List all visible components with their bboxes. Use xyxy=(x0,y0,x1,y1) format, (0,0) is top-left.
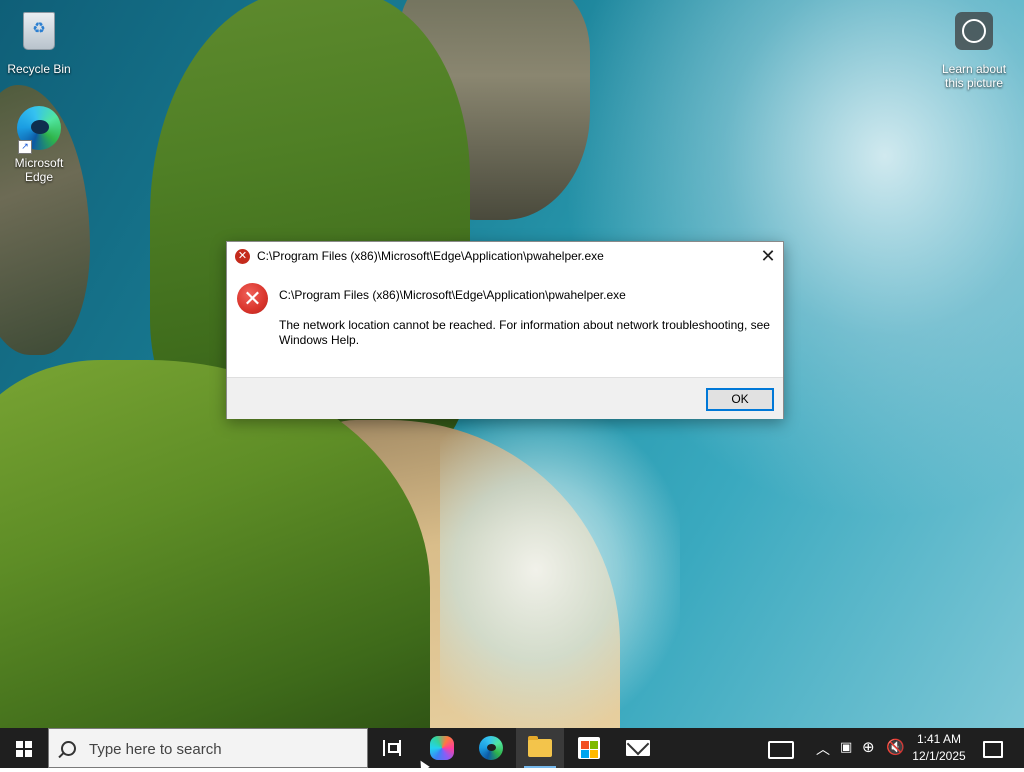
mail-button[interactable] xyxy=(614,728,662,768)
edge-icon: ↗ xyxy=(15,106,63,154)
close-button[interactable]: ✕ xyxy=(753,242,783,270)
desktop-icon-learn-about-picture[interactable]: Learn about this picture xyxy=(936,8,1012,90)
task-view-button[interactable] xyxy=(368,728,416,768)
file-explorer-button[interactable] xyxy=(516,728,564,768)
taskbar: Type here to search ︿ ▣ ⊕ 🔇 1:41 AM 12/1… xyxy=(0,728,1024,768)
error-icon: ✕ xyxy=(235,249,250,264)
chevron-up-icon[interactable]: ︿ xyxy=(816,739,830,759)
clock-date: 12/1/2025 xyxy=(912,749,966,763)
search-icon xyxy=(61,741,76,756)
desktop-icon-microsoft-edge[interactable]: ↗ Microsoft Edge xyxy=(1,104,77,184)
start-button[interactable] xyxy=(0,728,48,768)
dialog-path: C:\Program Files (x86)\Microsoft\Edge\Ap… xyxy=(279,288,626,302)
news-icon[interactable] xyxy=(768,741,794,759)
desktop-icon-label: Microsoft Edge xyxy=(14,156,64,184)
recycle-bin-icon xyxy=(15,12,63,60)
mail-icon xyxy=(626,740,650,756)
shortcut-arrow-icon: ↗ xyxy=(18,140,32,154)
search-placeholder: Type here to search xyxy=(89,741,222,758)
clock-time: 1:41 AM xyxy=(916,732,962,746)
edge-taskbar-button[interactable] xyxy=(467,728,515,768)
dialog-body: ✕ C:\Program Files (x86)\Microsoft\Edge\… xyxy=(227,272,783,377)
dialog-titlebar[interactable]: ✕ C:\Program Files (x86)\Microsoft\Edge\… xyxy=(227,242,783,272)
notification-icon[interactable] xyxy=(983,741,1003,758)
network-icon[interactable]: ⊕ xyxy=(862,738,875,756)
dialog-title: C:\Program Files (x86)\Microsoft\Edge\Ap… xyxy=(257,249,604,263)
task-view-icon xyxy=(383,740,401,756)
copilot-icon xyxy=(430,736,454,760)
desktop-icon-recycle-bin[interactable]: Recycle Bin xyxy=(1,6,77,76)
volume-muted-icon[interactable]: 🔇 xyxy=(886,738,905,756)
error-icon: ✕ xyxy=(237,283,268,314)
microsoft-store-button[interactable] xyxy=(565,728,613,768)
windows-logo-icon xyxy=(16,741,32,757)
dialog-footer: OK xyxy=(227,377,783,419)
search-input[interactable]: Type here to search xyxy=(48,728,368,768)
microsoft-store-icon xyxy=(578,737,600,759)
desktop-icon-label: Recycle Bin xyxy=(7,62,71,76)
desktop[interactable]: Recycle Bin ↗ Microsoft Edge Learn about… xyxy=(0,0,1024,728)
wallpaper-surf xyxy=(440,410,680,728)
edge-icon xyxy=(479,736,503,760)
meet-now-icon[interactable]: ▣ xyxy=(840,739,852,755)
dialog-message: The network location cannot be reached. … xyxy=(279,318,770,347)
ok-button[interactable]: OK xyxy=(706,388,774,411)
file-explorer-icon xyxy=(528,736,552,757)
camera-icon xyxy=(950,12,998,60)
desktop-icon-label: Learn about this picture xyxy=(941,62,1007,90)
system-clock[interactable]: 1:41 AM 12/1/2025 xyxy=(906,731,972,765)
error-dialog: ✕ C:\Program Files (x86)\Microsoft\Edge\… xyxy=(226,241,784,419)
